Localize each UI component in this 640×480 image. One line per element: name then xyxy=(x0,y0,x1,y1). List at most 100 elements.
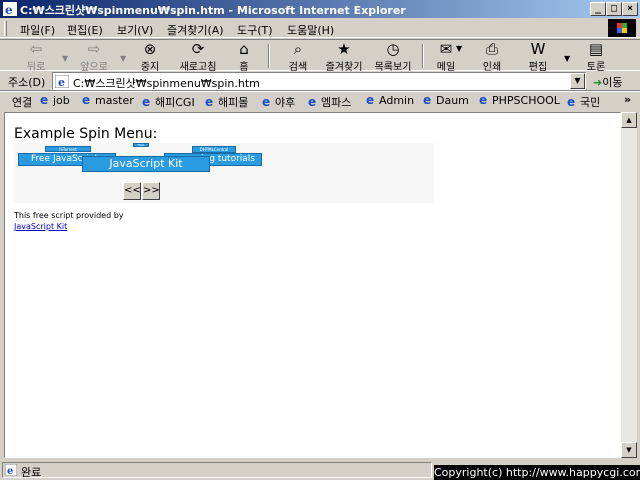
spin-next-button[interactable]: >> xyxy=(142,182,160,200)
link-happymall[interactable]: e 해피몰 xyxy=(205,94,248,110)
menu-file[interactable]: 파일(F) xyxy=(20,22,55,38)
go-arrow-icon: ➜ xyxy=(593,76,603,89)
ie-link-icon: e xyxy=(205,95,214,109)
link-label: Daum xyxy=(436,94,469,107)
close-button[interactable]: × xyxy=(622,2,638,16)
go-button[interactable]: ➜이동 xyxy=(593,74,622,90)
toolbar-separator xyxy=(422,44,424,68)
address-value: C:₩스크린샷₩spinmenu₩spin.htm xyxy=(73,77,260,90)
spin-item-center[interactable]: JavaScript Kit xyxy=(82,156,210,172)
link-label: master xyxy=(95,94,134,107)
favorites-folder-icon: ★ xyxy=(337,40,351,58)
menu-grip xyxy=(4,21,7,36)
windows-logo-icon xyxy=(608,19,636,37)
ie-page-icon: e xyxy=(55,75,69,88)
svg-text:e: e xyxy=(7,466,13,476)
link-label: 해피CGI xyxy=(155,96,195,109)
address-dropdown-icon[interactable]: ▼ xyxy=(570,73,585,89)
stop-icon: ⊗ xyxy=(143,40,157,58)
status-text: 완료 xyxy=(21,466,42,479)
ie-link-icon: e xyxy=(40,93,49,107)
ie-link-icon: e xyxy=(308,95,317,109)
svg-text:e: e xyxy=(5,3,13,16)
link-label: job xyxy=(53,94,70,107)
links-bar: 연결 e job e master e 해피CGI e 해피몰 e 야후 e 엠파스 e Ad… xyxy=(0,91,640,110)
address-input[interactable]: e C:₩스크린샷₩spinmenu₩spin.htm ▼ xyxy=(52,72,586,90)
ie-link-icon: e xyxy=(82,93,91,107)
spin-item-top-left[interactable]: JSTorrent xyxy=(45,146,91,152)
link-admin[interactable]: e Admin xyxy=(366,94,414,107)
links-more-chevron-icon[interactable]: » xyxy=(624,93,631,106)
page-content: Example Spin Menu: JSTorrent Help DHTMLC… xyxy=(4,112,621,458)
search-icon: ⌕ xyxy=(293,40,303,58)
link-empas[interactable]: e 엠파스 xyxy=(308,94,351,110)
menu-view[interactable]: 보기(V) xyxy=(117,22,153,38)
refresh-button[interactable]: ⟳ 새로고침 xyxy=(174,41,222,73)
links-label: 연결 xyxy=(12,96,33,109)
forward-arrow-icon: ⇨ xyxy=(87,40,101,58)
edit-dropdown-icon[interactable]: ▼ xyxy=(564,54,570,63)
favorites-button[interactable]: ★ 즐겨찾기 xyxy=(320,40,368,73)
link-yahoo[interactable]: e 야후 xyxy=(262,94,295,110)
back-dropdown-icon[interactable]: ▼ xyxy=(62,54,68,63)
window-title: C:₩스크린샷₩spinmenu₩spin.htm - Microsoft In… xyxy=(20,4,406,17)
menu-bar: 파일(F) 편집(E) 보기(V) 즐겨찾기(A) 도구(T) 도움말(H) xyxy=(0,18,640,38)
back-arrow-icon: ⇦ xyxy=(29,40,43,58)
spin-item-top-right[interactable]: DHTMLCentral xyxy=(192,146,236,153)
print-button[interactable]: ⎙ 인쇄 xyxy=(476,41,508,73)
link-label: 해피몰 xyxy=(218,96,249,109)
svg-text:e: e xyxy=(58,76,65,88)
title-bar: e C:₩스크린샷₩spinmenu₩spin.htm - Microsoft … xyxy=(0,0,640,18)
scroll-down-icon[interactable]: ▼ xyxy=(621,442,637,458)
menu-favorites[interactable]: 즐겨찾기(A) xyxy=(167,22,224,38)
link-happycgi[interactable]: e 해피CGI xyxy=(142,94,195,110)
mail-icon: ✉ xyxy=(439,40,453,58)
home-button[interactable]: ⌂ 홈 xyxy=(228,40,260,73)
discuss-button[interactable]: ▤ 토론 xyxy=(580,40,612,73)
forward-dropdown-icon[interactable]: ▼ xyxy=(120,54,126,63)
page-heading: Example Spin Menu: xyxy=(14,126,158,142)
ie-logo-icon: e xyxy=(3,2,17,16)
stop-button[interactable]: ⊗ 중지 xyxy=(132,40,168,73)
mail-dropdown-icon[interactable]: ▼ xyxy=(456,44,462,53)
ie-link-icon: e xyxy=(479,93,488,107)
history-icon: ◷ xyxy=(386,40,400,58)
go-label: 이동 xyxy=(602,76,623,89)
toolbar-separator xyxy=(268,44,270,68)
ie-link-icon: e xyxy=(423,93,432,107)
menu-edit[interactable]: 편집(E) xyxy=(67,22,103,38)
maximize-button[interactable]: □ xyxy=(606,2,622,16)
home-icon: ⌂ xyxy=(239,40,249,58)
credit-link[interactable]: JavaScript Kit xyxy=(14,222,67,231)
link-master[interactable]: e master xyxy=(82,94,134,107)
history-button[interactable]: ◷ 목록보기 xyxy=(370,40,416,73)
back-button[interactable]: ⇦ 뒤로 xyxy=(16,40,56,73)
word-edit-icon: W xyxy=(530,40,546,58)
address-label: 주소(D) xyxy=(8,76,46,89)
ie-status-icon: e xyxy=(5,464,17,476)
link-phpschool[interactable]: e PHPSCHOOL xyxy=(479,94,560,107)
link-label: 야후 xyxy=(275,96,296,109)
ie-link-icon: e xyxy=(366,93,375,107)
link-kookmin[interactable]: e 국민 xyxy=(567,94,600,110)
menu-help[interactable]: 도움말(H) xyxy=(287,22,334,38)
spin-prev-button[interactable]: << xyxy=(123,182,141,200)
spin-menu: JSTorrent Help DHTMLCentral Free JavaScr… xyxy=(14,143,434,203)
edit-button[interactable]: W 편집 xyxy=(522,40,554,73)
link-label: PHPSCHOOL xyxy=(492,94,560,107)
scroll-up-icon[interactable]: ▲ xyxy=(621,112,637,128)
menu-tools[interactable]: 도구(T) xyxy=(237,22,273,38)
forward-button[interactable]: ⇨ 앞으로 xyxy=(72,40,116,73)
discuss-icon: ▤ xyxy=(588,40,604,58)
credit-text: This free script provided by xyxy=(14,211,124,220)
minimize-button[interactable]: _ xyxy=(590,2,606,16)
standard-toolbar: ⇦ 뒤로 ▼ ⇨ 앞으로 ▼ ⊗ 중지 ⟳ 새로고침 ⌂ 홈 ⌕ 검색 ★ 즐겨… xyxy=(0,39,640,73)
link-daum[interactable]: e Daum xyxy=(423,94,469,107)
copyright-watermark: Copyright(c) http://www.happycgi.com xyxy=(434,465,640,480)
vertical-scrollbar[interactable]: ▲ ▼ xyxy=(621,112,637,458)
status-cell: e 완료 xyxy=(2,462,432,479)
link-job[interactable]: e job xyxy=(40,94,70,107)
spin-item-top-mid[interactable]: Help xyxy=(133,143,149,147)
ie-link-icon: e xyxy=(262,95,271,109)
search-button[interactable]: ⌕ 검색 xyxy=(280,40,316,73)
